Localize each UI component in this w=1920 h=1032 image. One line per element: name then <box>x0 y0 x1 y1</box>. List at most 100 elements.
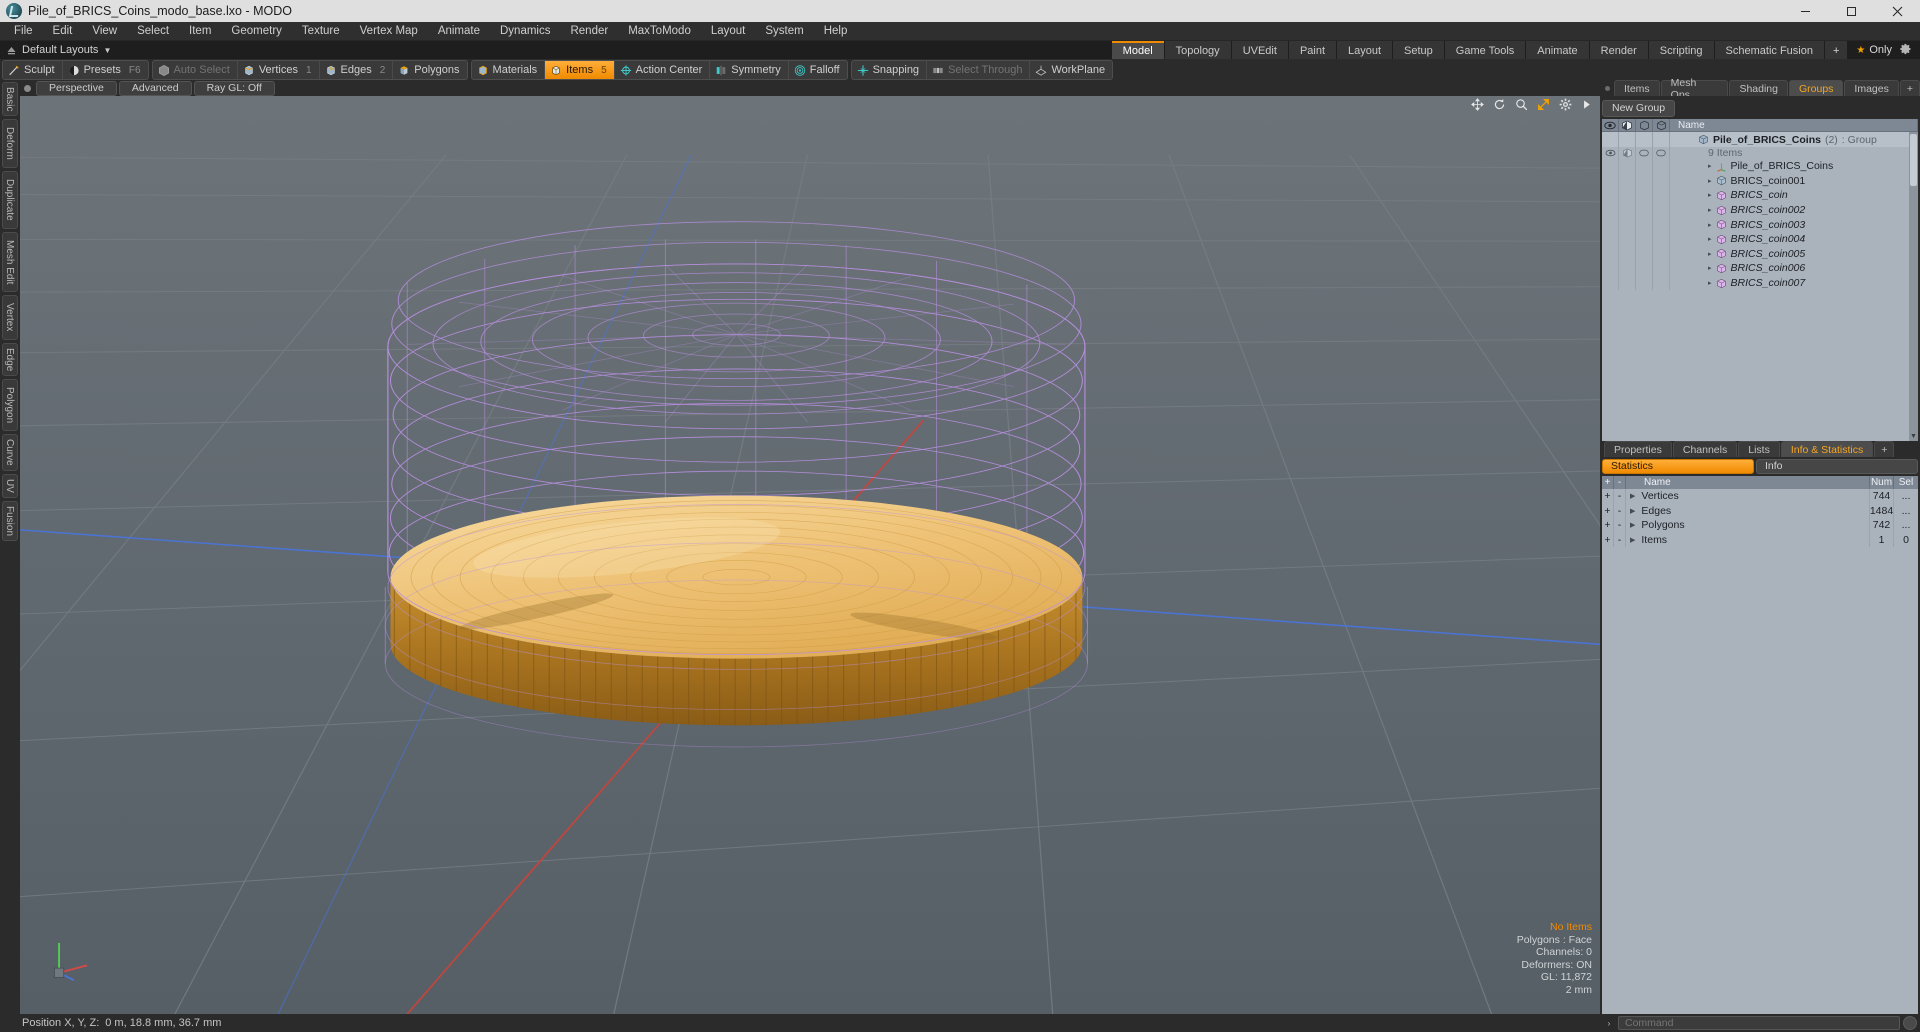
vtab-basic[interactable]: Basic <box>2 82 18 117</box>
menu-help[interactable]: Help <box>814 22 858 41</box>
expand-arrow-icon[interactable]: ▸ <box>1708 162 1712 170</box>
viewport-fit-icon[interactable] <box>1537 98 1550 111</box>
menu-select[interactable]: Select <box>127 22 179 41</box>
row-remove-button[interactable]: - <box>1614 532 1626 548</box>
menu-system[interactable]: System <box>755 22 813 41</box>
menu-vertex-map[interactable]: Vertex Map <box>350 22 428 41</box>
tab-add-layout[interactable]: + <box>1824 41 1848 59</box>
item-shading-cell[interactable] <box>1619 173 1636 189</box>
expand-arrow-icon[interactable]: ▸ <box>1708 279 1712 287</box>
item-visibility-cell[interactable] <box>1602 173 1619 189</box>
maximize-button[interactable] <box>1828 0 1874 22</box>
vtab-vertex[interactable]: Vertex <box>2 295 18 340</box>
viewport-pan-icon[interactable] <box>1471 98 1484 111</box>
viewport-canvas[interactable]: No Items Polygons : Face Channels: 0 Def… <box>20 96 1600 1014</box>
tool-polygons[interactable]: Polygons <box>393 61 466 79</box>
tree-item-row[interactable]: ▸ BRICS_coin007 <box>1602 275 1918 291</box>
viewport-rotate-icon[interactable] <box>1493 98 1506 111</box>
tree-scroll-thumb[interactable] <box>1910 134 1917 186</box>
tool-vertices[interactable]: Vertices 1 <box>238 61 320 79</box>
tool-workplane[interactable]: WorkPlane <box>1030 61 1112 79</box>
viewport-options-icon[interactable] <box>1559 98 1572 111</box>
viewport-perspective-button[interactable]: Perspective <box>36 80 117 96</box>
tab-uvedit[interactable]: UVEdit <box>1231 41 1288 59</box>
tool-materials[interactable]: Materials <box>472 61 546 79</box>
expand-arrow-icon[interactable]: ▸ <box>1708 264 1712 272</box>
item-visibility-cell[interactable] <box>1602 188 1619 203</box>
viewport-zoom-icon[interactable] <box>1515 98 1528 111</box>
item-shading-cell[interactable] <box>1619 217 1636 232</box>
collapse-arrow-icon[interactable] <box>0 41 22 59</box>
expand-arrow-icon[interactable]: ▸ <box>1708 206 1712 214</box>
subtab-info[interactable]: Info <box>1756 459 1918 474</box>
default-layouts-dropdown[interactable]: Default Layouts ▼ <box>22 41 115 59</box>
row-add-button[interactable]: + <box>1602 489 1614 504</box>
tool-snapping[interactable]: Snapping <box>852 61 928 79</box>
tab-channels[interactable]: Channels <box>1672 441 1738 457</box>
group-lock-toggle[interactable] <box>1636 132 1653 147</box>
row-remove-button[interactable]: - <box>1614 489 1626 504</box>
close-button[interactable] <box>1874 0 1920 22</box>
menu-item[interactable]: Item <box>179 22 221 41</box>
tree-item-row[interactable]: ▸ BRICS_coin002 <box>1602 202 1918 218</box>
command-execute-button[interactable] <box>1903 1016 1917 1030</box>
tool-select-through[interactable]: Select Through <box>927 61 1031 79</box>
tab-scripting[interactable]: Scripting <box>1648 41 1714 59</box>
groups-tree-body[interactable]: Pile_of_BRICS_Coins (2) : Group 9 Items … <box>1602 132 1918 441</box>
tab-images[interactable]: Images <box>1844 80 1899 96</box>
tree-item-row[interactable]: ▸ BRICS_coin003 <box>1602 217 1918 232</box>
only-toggle[interactable]: ★ Only <box>1856 44 1892 56</box>
menu-dynamics[interactable]: Dynamics <box>490 22 560 41</box>
item-shading-cell[interactable] <box>1619 261 1636 276</box>
vtab-edge[interactable]: Edge <box>2 342 18 377</box>
item-lock-cell[interactable] <box>1636 202 1653 218</box>
item-render-cell[interactable] <box>1653 231 1670 247</box>
item-shading-cell[interactable] <box>1619 275 1636 291</box>
expand-arrow-icon[interactable]: ▶ <box>1630 521 1635 529</box>
item-lock-cell[interactable] <box>1636 246 1653 262</box>
item-lock-cell[interactable] <box>1636 188 1653 203</box>
tab-game-tools[interactable]: Game Tools <box>1444 41 1526 59</box>
item-render-cell[interactable] <box>1653 217 1670 232</box>
statistics-row[interactable]: + - ▶ Items 1 0 <box>1602 532 1918 548</box>
tool-edges[interactable]: Edges 2 <box>320 61 394 79</box>
tab-model[interactable]: Model <box>1111 41 1164 59</box>
row-add-button[interactable]: + <box>1602 518 1614 533</box>
tab-render[interactable]: Render <box>1589 41 1648 59</box>
tab-setup[interactable]: Setup <box>1393 41 1444 59</box>
item-shading-cell[interactable] <box>1619 188 1636 203</box>
tree-item-row[interactable]: ▸ BRICS_coin <box>1602 188 1918 203</box>
row-add-button[interactable]: + <box>1602 503 1614 519</box>
tool-sculpt[interactable]: Sculpt <box>3 61 63 79</box>
tab-shading[interactable]: Shading <box>1729 80 1788 96</box>
viewport-expand-icon[interactable] <box>1581 98 1592 111</box>
item-visibility-cell[interactable] <box>1602 275 1619 291</box>
tree-item-row[interactable]: ▸ BRICS_coin004 <box>1602 231 1918 247</box>
tab-lists[interactable]: Lists <box>1738 441 1780 457</box>
tree-item-row[interactable]: ▸ BRICS_coin001 <box>1602 173 1918 189</box>
menu-file[interactable]: File <box>4 22 43 41</box>
row-add-button[interactable]: + <box>1602 532 1614 548</box>
item-render-cell[interactable] <box>1653 202 1670 218</box>
row-remove-button[interactable]: - <box>1614 503 1626 519</box>
tab-info-statistics[interactable]: Info & Statistics <box>1780 441 1874 457</box>
item-visibility-cell[interactable] <box>1602 231 1619 247</box>
tool-symmetry[interactable]: Symmetry <box>710 61 789 79</box>
group-shading-toggle[interactable] <box>1619 132 1636 147</box>
item-shading-cell[interactable] <box>1619 231 1636 247</box>
item-lock-cell[interactable] <box>1636 275 1653 291</box>
tab-paint[interactable]: Paint <box>1288 41 1337 59</box>
minimize-button[interactable] <box>1782 0 1828 22</box>
item-lock-cell[interactable] <box>1636 159 1653 174</box>
menu-edit[interactable]: Edit <box>43 22 83 41</box>
item-lock-cell[interactable] <box>1636 217 1653 232</box>
vtab-uv[interactable]: UV <box>2 473 18 498</box>
expand-arrow-icon[interactable]: ▶ <box>1630 507 1635 515</box>
expand-arrow-icon[interactable]: ▶ <box>1630 492 1635 500</box>
expand-arrow-icon[interactable]: ▸ <box>1708 191 1712 199</box>
expand-arrow-icon[interactable]: ▸ <box>1708 177 1712 185</box>
statistics-row[interactable]: + - ▶ Edges 1484 ... <box>1602 503 1918 519</box>
tree-item-row[interactable]: ▸ BRICS_coin005 <box>1602 246 1918 262</box>
item-render-cell[interactable] <box>1653 173 1670 189</box>
item-render-cell[interactable] <box>1653 246 1670 262</box>
